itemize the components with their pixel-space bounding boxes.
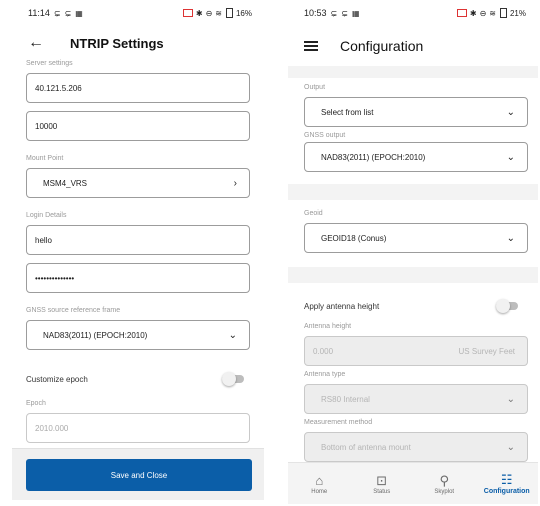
gnss-source-label: GNSS source reference frame xyxy=(26,307,121,314)
status-bar: 11:14 ⊊ ⊊ ▦ ✱ ⊖ ≋ 16% xyxy=(12,0,264,26)
app-bar: ← NTRIP Settings xyxy=(12,26,264,60)
page-title: Configuration xyxy=(340,38,424,54)
username-value: hello xyxy=(35,235,52,245)
section-divider xyxy=(288,184,538,200)
chevron-right-icon: › xyxy=(233,177,237,189)
chevron-down-icon: ⌄ xyxy=(506,441,515,453)
antenna-type-label: Antenna type xyxy=(304,371,346,378)
home-icon: ⌂ xyxy=(315,472,324,488)
login-details-label: Login Details xyxy=(26,212,67,219)
dnd-icon: ⊖ xyxy=(479,8,487,18)
output-dropdown[interactable]: Select from list ⌄ xyxy=(304,97,528,127)
battery-level: 21% xyxy=(509,8,526,18)
antenna-height-unit: US Survey Feet xyxy=(458,346,515,356)
nfc-icon xyxy=(182,9,193,17)
battery-level: 16% xyxy=(235,8,252,18)
server-settings-label: Server settings xyxy=(26,60,73,67)
username-field[interactable]: hello xyxy=(26,225,250,255)
server-address-value: 40.121.5.206 xyxy=(35,83,82,93)
notification-icon: ⊊ xyxy=(64,8,72,18)
geoid-label: Geoid xyxy=(304,210,323,217)
measurement-method-label: Measurement method xyxy=(304,419,373,426)
antenna-height-value: 0.000 xyxy=(313,346,334,356)
nav-label: Home xyxy=(311,488,328,495)
ntrip-settings-screen: 11:14 ⊊ ⊊ ▦ ✱ ⊖ ≋ 16% ← NTRIP Settings S… xyxy=(12,0,264,500)
configuration-icon: ☷ xyxy=(500,472,513,487)
grid-icon: ▦ xyxy=(351,8,360,18)
server-address-field[interactable]: 40.121.5.206 xyxy=(26,73,250,103)
server-port-field[interactable]: 10000 xyxy=(26,111,250,141)
nav-home[interactable]: ⌂ Home xyxy=(290,473,348,495)
status-time: 10:53 xyxy=(304,8,327,18)
nav-label: Skyplot xyxy=(434,488,455,495)
output-label: Output xyxy=(304,84,326,91)
status-bar: 10:53 ⊊ ⊊ ▦ ✱ ⊖ ≋ 21% xyxy=(288,0,538,26)
configuration-screen: 10:53 ⊊ ⊊ ▦ ✱ ⊖ ≋ 21% Configuration Outp… xyxy=(288,0,538,504)
customize-epoch-toggle[interactable] xyxy=(222,372,244,386)
geoid-dropdown[interactable]: GEOID18 (Conus) ⌄ xyxy=(304,223,528,253)
apply-antenna-row: Apply antenna height xyxy=(288,291,538,321)
section-divider xyxy=(288,66,538,78)
chevron-down-icon: ⌄ xyxy=(228,329,237,341)
epoch-placeholder: 2010.000 xyxy=(35,423,69,433)
app-bar: Configuration xyxy=(288,26,538,66)
save-and-close-button[interactable]: Save and Close xyxy=(26,459,252,491)
section-divider xyxy=(288,267,538,283)
password-field[interactable]: •••••••••••••• xyxy=(26,263,250,293)
apply-antenna-toggle[interactable] xyxy=(496,299,518,313)
battery-icon xyxy=(225,8,233,18)
status-time: 11:14 xyxy=(28,8,50,18)
bottom-action-bar: Save and Close xyxy=(12,448,264,500)
status-icon: ⊡ xyxy=(376,472,388,488)
nav-skyplot[interactable]: ⚲ Skyplot xyxy=(415,473,473,495)
notification-icon: ⊊ xyxy=(53,8,61,18)
epoch-field[interactable]: 2010.000 xyxy=(26,413,250,443)
password-value: •••••••••••••• xyxy=(35,273,75,283)
nav-label: Configuration xyxy=(483,488,530,495)
gnss-output-value: NAD83(2011) (EPOCH:2010) xyxy=(321,152,426,162)
gnss-source-value: NAD83(2011) (EPOCH:2010) xyxy=(43,330,148,340)
geoid-value: GEOID18 (Conus) xyxy=(321,233,387,243)
chevron-down-icon: ⌄ xyxy=(506,393,515,405)
nav-label: Status xyxy=(373,488,391,495)
apply-antenna-label: Apply antenna height xyxy=(304,301,380,311)
bluetooth-icon: ✱ xyxy=(469,8,477,18)
nav-status[interactable]: ⊡ Status xyxy=(353,473,411,495)
battery-icon xyxy=(499,8,507,18)
nav-configuration[interactable]: ☷ Configuration xyxy=(478,472,536,495)
mount-point-label: Mount Point xyxy=(26,155,64,162)
antenna-type-value: RS80 Internal xyxy=(321,394,370,404)
page-title: NTRIP Settings xyxy=(70,35,164,51)
gnss-output-dropdown[interactable]: NAD83(2011) (EPOCH:2010) ⌄ xyxy=(304,142,528,172)
customize-epoch-row: Customize epoch xyxy=(12,364,264,394)
back-arrow-icon[interactable]: ← xyxy=(28,34,44,52)
menu-icon[interactable] xyxy=(304,41,318,51)
notification-icon: ⊊ xyxy=(341,8,348,18)
epoch-label: Epoch xyxy=(26,400,46,407)
antenna-height-label: Antenna height xyxy=(304,323,352,330)
mount-point-value: MSM4_VRS xyxy=(43,178,88,188)
nfc-icon xyxy=(456,9,467,17)
grid-icon: ▦ xyxy=(75,8,83,18)
gnss-source-dropdown[interactable]: NAD83(2011) (EPOCH:2010) ⌄ xyxy=(26,320,250,350)
satellite-icon: ⚲ xyxy=(439,472,450,488)
notification-icon: ⊊ xyxy=(330,8,338,18)
output-value: Select from list xyxy=(321,107,374,117)
dnd-icon: ⊖ xyxy=(205,8,213,18)
customize-epoch-label: Customize epoch xyxy=(26,374,88,384)
measurement-method-dropdown[interactable]: Bottom of antenna mount ⌄ xyxy=(304,432,528,462)
chevron-down-icon: ⌄ xyxy=(506,232,515,244)
wifi-icon: ≋ xyxy=(489,8,496,18)
mount-point-selector[interactable]: MSM4_VRS › xyxy=(26,168,250,198)
antenna-height-field[interactable]: 0.000 US Survey Feet xyxy=(304,336,528,366)
antenna-type-dropdown[interactable]: RS80 Internal ⌄ xyxy=(304,384,528,414)
chevron-down-icon: ⌄ xyxy=(506,151,515,163)
measurement-method-value: Bottom of antenna mount xyxy=(321,442,411,452)
bluetooth-icon: ✱ xyxy=(195,8,203,18)
gnss-output-label: GNSS output xyxy=(304,132,346,139)
chevron-down-icon: ⌄ xyxy=(506,106,515,118)
wifi-icon: ≋ xyxy=(215,8,222,18)
bottom-navigation: ⌂ Home ⊡ Status ⚲ Skyplot ☷ Configuratio… xyxy=(288,462,538,504)
server-port-value: 10000 xyxy=(35,121,58,131)
